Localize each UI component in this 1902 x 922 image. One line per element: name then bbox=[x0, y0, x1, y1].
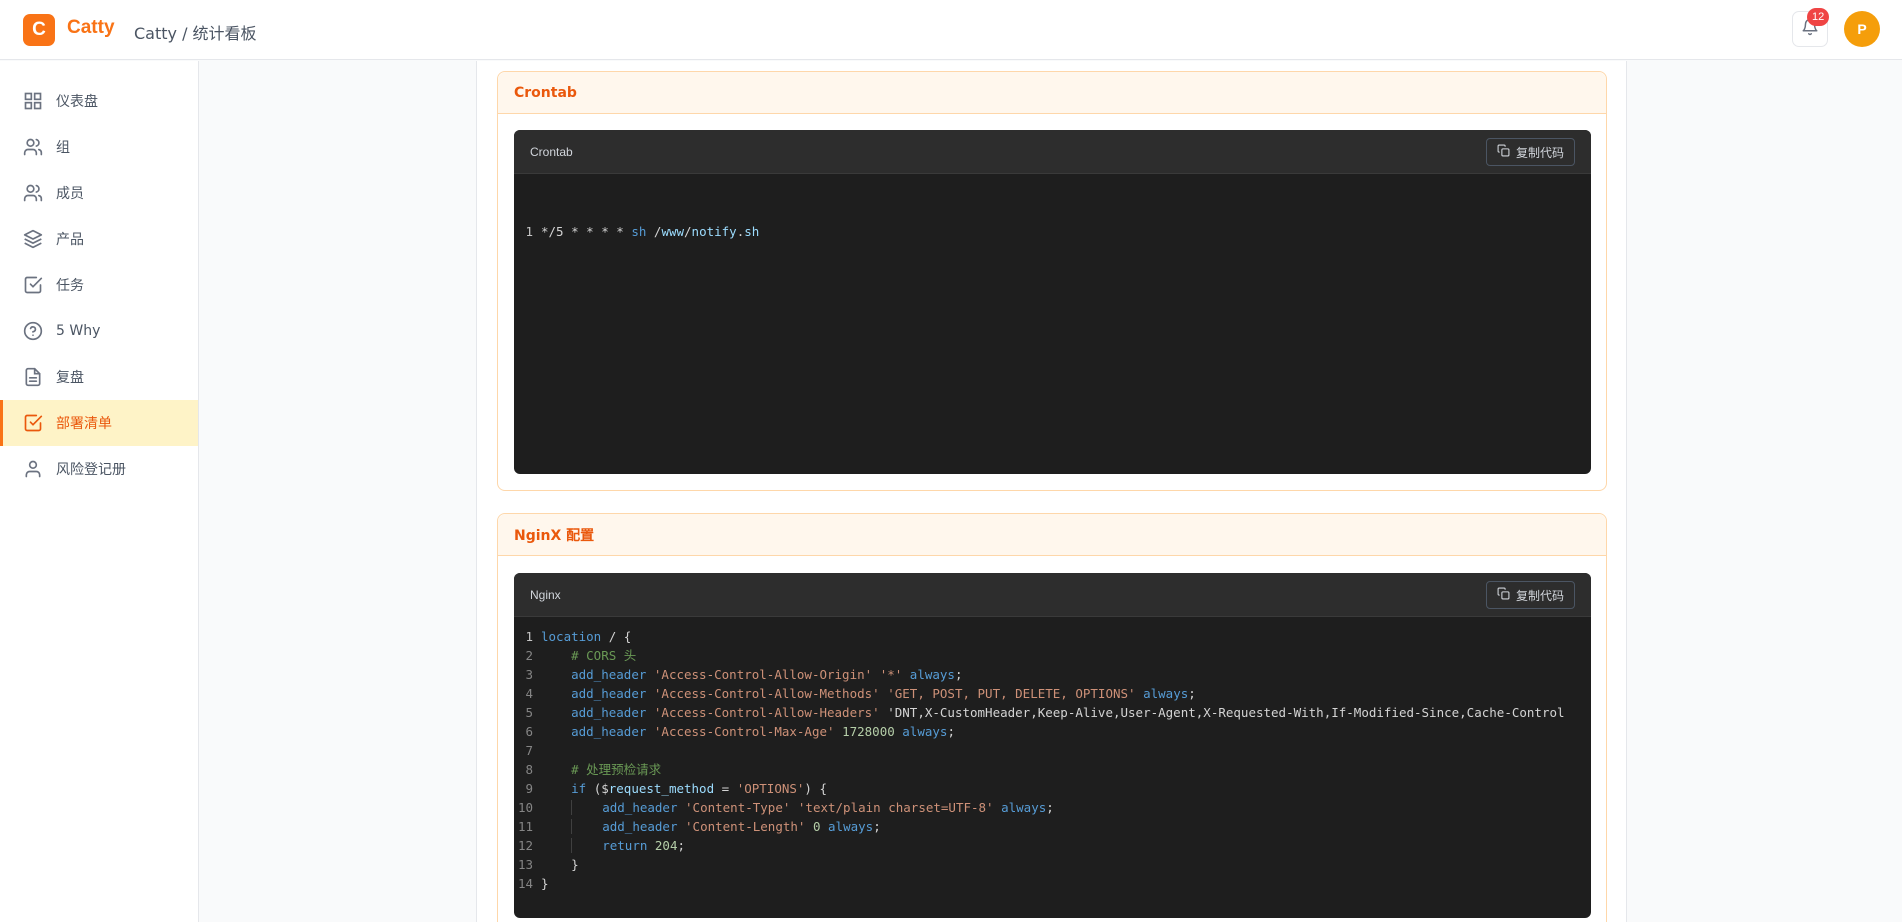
top-header: C Catty Catty / 统计看板 12 P bbox=[0, 0, 1902, 60]
sidebar: 仪表盘 组 成员 产品 任务 5 Why 复盘 部署清单 风险登记册 bbox=[0, 61, 199, 922]
copy-icon bbox=[1497, 144, 1510, 160]
nginx-card: NginX 配置 Nginx 复制代码 1 location / { 2 # COR… bbox=[497, 513, 1607, 922]
code-text: add_header 'Content-Type' 'text/plain ch… bbox=[541, 798, 1054, 817]
code-text: */5 * * * * sh /www/notify.sh bbox=[541, 224, 760, 239]
user-icon bbox=[22, 458, 44, 480]
copy-code-button[interactable]: 复制代码 bbox=[1485, 138, 1575, 166]
sidebar-item-label: 风险登记册 bbox=[56, 462, 126, 478]
code-line: 1 location / { bbox=[525, 629, 632, 644]
code-line: 2 # CORS 头 bbox=[525, 648, 637, 663]
code-text: add_header 'Access-Control-Max-Age' 1728… bbox=[571, 724, 955, 739]
avatar[interactable]: P bbox=[1844, 11, 1880, 47]
sidebar-item-label: 复盘 bbox=[56, 370, 84, 386]
sidebar-item-label: 部署清单 bbox=[56, 416, 112, 432]
code-line: 3 add_header 'Access-Control-Allow-Origi… bbox=[525, 667, 963, 682]
code-line: 11 add_header 'Content-Length' 0 always; bbox=[517, 817, 881, 836]
code-text: # 处理预检请求 bbox=[571, 762, 662, 777]
layers-icon bbox=[22, 228, 44, 250]
sidebar-item-members[interactable]: 成员 bbox=[0, 170, 198, 216]
code-line: 5 add_header 'Access-Control-Allow-Heade… bbox=[525, 705, 1565, 720]
users-icon bbox=[22, 136, 44, 158]
file-text-icon bbox=[22, 366, 44, 388]
notification-badge: 12 bbox=[1807, 8, 1830, 26]
sidebar-item-tasks[interactable]: 任务 bbox=[0, 262, 198, 308]
code-line: 1 */5 * * * * sh /www/notify.sh bbox=[525, 224, 760, 239]
sidebar-item-deploy-checklist[interactable]: 部署清单 bbox=[0, 400, 198, 446]
sidebar-item-label: 组 bbox=[56, 140, 70, 156]
users-icon bbox=[22, 182, 44, 204]
code-editor[interactable]: 1 */5 * * * * sh /www/notify.sh bbox=[514, 174, 1591, 279]
code-text: return 204; bbox=[541, 836, 685, 855]
sidebar-item-review[interactable]: 复盘 bbox=[0, 354, 198, 400]
copy-label: 复制代码 bbox=[1515, 145, 1564, 160]
sidebar-item-products[interactable]: 产品 bbox=[0, 216, 198, 262]
code-header: Crontab 复制代码 bbox=[514, 130, 1591, 174]
code-text: add_header 'Access-Control-Allow-Headers… bbox=[571, 705, 1565, 720]
code-text: add_header 'Content-Length' 0 always; bbox=[541, 817, 881, 836]
code-line: 6 add_header 'Access-Control-Max-Age' 17… bbox=[525, 724, 955, 739]
crontab-card: Crontab Crontab 复制代码 1 */5 * * * * sh /ww… bbox=[497, 71, 1607, 491]
code-text: } bbox=[571, 857, 579, 872]
breadcrumb: Catty / 统计看板 bbox=[134, 24, 257, 43]
card-title: Crontab bbox=[498, 72, 1606, 114]
code-header: Nginx 复制代码 bbox=[514, 573, 1591, 617]
code-text: if ($request_method = 'OPTIONS') { bbox=[571, 781, 827, 796]
code-text: add_header 'Access-Control-Allow-Origin'… bbox=[571, 667, 963, 682]
sidebar-item-label: 产品 bbox=[56, 232, 84, 248]
sidebar-item-label: 仪表盘 bbox=[56, 94, 98, 110]
code-text: add_header 'Access-Control-Allow-Methods… bbox=[571, 686, 1196, 701]
code-editor[interactable]: 1 location / { 2 # CORS 头 3 add_header 'Acc… bbox=[514, 617, 1591, 893]
help-circle-icon bbox=[22, 320, 44, 342]
dashboard-grid-icon bbox=[22, 90, 44, 112]
sidebar-item-dashboard[interactable]: 仪表盘 bbox=[0, 78, 198, 124]
card-title: NginX 配置 bbox=[498, 514, 1606, 556]
code-line: 9 if ($request_method = 'OPTIONS') { bbox=[525, 781, 827, 796]
code-line: 7 bbox=[525, 743, 533, 758]
sidebar-item-risk-register[interactable]: 风险登记册 bbox=[0, 446, 198, 492]
code-line: 13 } bbox=[517, 857, 579, 872]
code-line: 8 # 处理预检请求 bbox=[525, 762, 662, 777]
logo[interactable]: C bbox=[23, 14, 55, 46]
code-block: Nginx 复制代码 1 location / { 2 # CORS 头 3 add_… bbox=[514, 573, 1591, 918]
code-language: Nginx bbox=[530, 587, 561, 602]
code-line: 10 add_header 'Content-Type' 'text/plain… bbox=[517, 798, 1054, 817]
code-block: Crontab 复制代码 1 */5 * * * * sh /www/notify… bbox=[514, 130, 1591, 474]
check-square-icon bbox=[22, 412, 44, 434]
copy-code-button[interactable]: 复制代码 bbox=[1485, 581, 1575, 609]
sidebar-item-5why[interactable]: 5 Why bbox=[0, 308, 198, 354]
code-text: location / { bbox=[541, 629, 632, 644]
code-line: 12 return 204; bbox=[517, 836, 686, 855]
copy-icon bbox=[1497, 587, 1510, 603]
check-square-icon bbox=[22, 274, 44, 296]
brand-name[interactable]: Catty bbox=[67, 17, 115, 39]
code-text: } bbox=[541, 876, 549, 891]
copy-label: 复制代码 bbox=[1515, 588, 1564, 603]
code-text: # CORS 头 bbox=[571, 648, 637, 663]
code-line: 14} bbox=[517, 876, 549, 891]
code-language: Crontab bbox=[530, 144, 573, 159]
sidebar-item-label: 5 Why bbox=[56, 323, 101, 339]
sidebar-item-label: 成员 bbox=[56, 186, 84, 202]
sidebar-item-groups[interactable]: 组 bbox=[0, 124, 198, 170]
code-line: 4 add_header 'Access-Control-Allow-Metho… bbox=[525, 686, 1196, 701]
sidebar-item-label: 任务 bbox=[56, 278, 84, 294]
